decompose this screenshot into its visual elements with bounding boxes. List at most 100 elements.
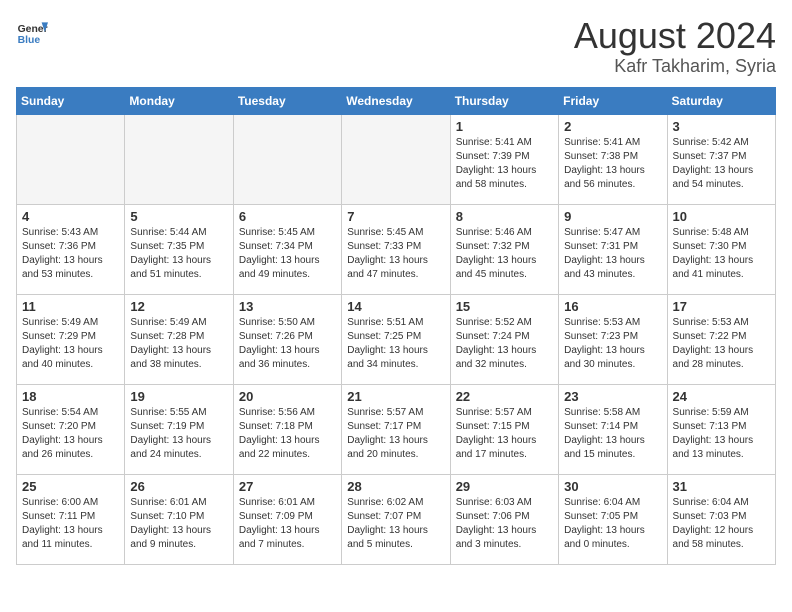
day-number: 4 (22, 209, 119, 224)
header-sunday: Sunday (17, 87, 125, 114)
day-number: 12 (130, 299, 227, 314)
cell-2-7: 10 Sunrise: 5:48 AMSunset: 7:30 PMDaylig… (667, 204, 775, 294)
day-number: 26 (130, 479, 227, 494)
day-number: 27 (239, 479, 336, 494)
day-info: Sunrise: 6:02 AMSunset: 7:07 PMDaylight:… (347, 497, 428, 550)
day-info: Sunrise: 5:49 AMSunset: 7:28 PMDaylight:… (130, 317, 211, 370)
day-number: 29 (456, 479, 553, 494)
cell-5-6: 30 Sunrise: 6:04 AMSunset: 7:05 PMDaylig… (559, 474, 667, 564)
day-number: 7 (347, 209, 444, 224)
day-number: 16 (564, 299, 661, 314)
calendar-table: Sunday Monday Tuesday Wednesday Thursday… (16, 87, 776, 565)
cell-3-1: 11 Sunrise: 5:49 AMSunset: 7:29 PMDaylig… (17, 294, 125, 384)
cell-2-1: 4 Sunrise: 5:43 AMSunset: 7:36 PMDayligh… (17, 204, 125, 294)
day-info: Sunrise: 6:04 AMSunset: 7:05 PMDaylight:… (564, 497, 645, 550)
day-number: 9 (564, 209, 661, 224)
cell-1-4 (342, 114, 450, 204)
cell-2-2: 5 Sunrise: 5:44 AMSunset: 7:35 PMDayligh… (125, 204, 233, 294)
cell-4-7: 24 Sunrise: 5:59 AMSunset: 7:13 PMDaylig… (667, 384, 775, 474)
cell-1-2 (125, 114, 233, 204)
title-month: August 2024 (574, 16, 776, 56)
cell-5-1: 25 Sunrise: 6:00 AMSunset: 7:11 PMDaylig… (17, 474, 125, 564)
day-info: Sunrise: 5:58 AMSunset: 7:14 PMDaylight:… (564, 407, 645, 460)
cell-2-4: 7 Sunrise: 5:45 AMSunset: 7:33 PMDayligh… (342, 204, 450, 294)
day-number: 13 (239, 299, 336, 314)
logo: General Blue (16, 16, 48, 48)
day-number: 22 (456, 389, 553, 404)
day-info: Sunrise: 6:01 AMSunset: 7:09 PMDaylight:… (239, 497, 320, 550)
header-saturday: Saturday (667, 87, 775, 114)
day-info: Sunrise: 5:46 AMSunset: 7:32 PMDaylight:… (456, 227, 537, 280)
day-number: 30 (564, 479, 661, 494)
day-info: Sunrise: 5:47 AMSunset: 7:31 PMDaylight:… (564, 227, 645, 280)
cell-2-5: 8 Sunrise: 5:46 AMSunset: 7:32 PMDayligh… (450, 204, 558, 294)
day-number: 18 (22, 389, 119, 404)
cell-1-5: 1 Sunrise: 5:41 AMSunset: 7:39 PMDayligh… (450, 114, 558, 204)
day-info: Sunrise: 5:41 AMSunset: 7:39 PMDaylight:… (456, 137, 537, 190)
week-row-5: 25 Sunrise: 6:00 AMSunset: 7:11 PMDaylig… (17, 474, 776, 564)
header-monday: Monday (125, 87, 233, 114)
day-info: Sunrise: 5:53 AMSunset: 7:22 PMDaylight:… (673, 317, 754, 370)
cell-4-2: 19 Sunrise: 5:55 AMSunset: 7:19 PMDaylig… (125, 384, 233, 474)
day-number: 25 (22, 479, 119, 494)
day-info: Sunrise: 5:56 AMSunset: 7:18 PMDaylight:… (239, 407, 320, 460)
day-info: Sunrise: 5:53 AMSunset: 7:23 PMDaylight:… (564, 317, 645, 370)
day-info: Sunrise: 6:00 AMSunset: 7:11 PMDaylight:… (22, 497, 103, 550)
cell-2-3: 6 Sunrise: 5:45 AMSunset: 7:34 PMDayligh… (233, 204, 341, 294)
cell-1-1 (17, 114, 125, 204)
cell-3-4: 14 Sunrise: 5:51 AMSunset: 7:25 PMDaylig… (342, 294, 450, 384)
cell-3-5: 15 Sunrise: 5:52 AMSunset: 7:24 PMDaylig… (450, 294, 558, 384)
day-info: Sunrise: 5:49 AMSunset: 7:29 PMDaylight:… (22, 317, 103, 370)
day-info: Sunrise: 6:01 AMSunset: 7:10 PMDaylight:… (130, 497, 211, 550)
header-tuesday: Tuesday (233, 87, 341, 114)
cell-4-3: 20 Sunrise: 5:56 AMSunset: 7:18 PMDaylig… (233, 384, 341, 474)
cell-2-6: 9 Sunrise: 5:47 AMSunset: 7:31 PMDayligh… (559, 204, 667, 294)
week-row-3: 11 Sunrise: 5:49 AMSunset: 7:29 PMDaylig… (17, 294, 776, 384)
header-row: Sunday Monday Tuesday Wednesday Thursday… (17, 87, 776, 114)
day-info: Sunrise: 5:55 AMSunset: 7:19 PMDaylight:… (130, 407, 211, 460)
day-info: Sunrise: 5:48 AMSunset: 7:30 PMDaylight:… (673, 227, 754, 280)
day-number: 21 (347, 389, 444, 404)
week-row-4: 18 Sunrise: 5:54 AMSunset: 7:20 PMDaylig… (17, 384, 776, 474)
day-number: 10 (673, 209, 770, 224)
cell-5-2: 26 Sunrise: 6:01 AMSunset: 7:10 PMDaylig… (125, 474, 233, 564)
day-number: 14 (347, 299, 444, 314)
day-number: 1 (456, 119, 553, 134)
day-number: 2 (564, 119, 661, 134)
week-row-2: 4 Sunrise: 5:43 AMSunset: 7:36 PMDayligh… (17, 204, 776, 294)
cell-1-3 (233, 114, 341, 204)
week-row-1: 1 Sunrise: 5:41 AMSunset: 7:39 PMDayligh… (17, 114, 776, 204)
day-number: 28 (347, 479, 444, 494)
day-info: Sunrise: 6:03 AMSunset: 7:06 PMDaylight:… (456, 497, 537, 550)
day-info: Sunrise: 5:42 AMSunset: 7:37 PMDaylight:… (673, 137, 754, 190)
logo-icon: General Blue (16, 16, 48, 48)
day-info: Sunrise: 5:57 AMSunset: 7:17 PMDaylight:… (347, 407, 428, 460)
day-number: 23 (564, 389, 661, 404)
day-number: 19 (130, 389, 227, 404)
title-location: Kafr Takharim, Syria (574, 56, 776, 77)
cell-5-5: 29 Sunrise: 6:03 AMSunset: 7:06 PMDaylig… (450, 474, 558, 564)
cell-4-6: 23 Sunrise: 5:58 AMSunset: 7:14 PMDaylig… (559, 384, 667, 474)
day-number: 11 (22, 299, 119, 314)
day-info: Sunrise: 5:45 AMSunset: 7:33 PMDaylight:… (347, 227, 428, 280)
day-info: Sunrise: 6:04 AMSunset: 7:03 PMDaylight:… (673, 497, 754, 550)
cell-4-1: 18 Sunrise: 5:54 AMSunset: 7:20 PMDaylig… (17, 384, 125, 474)
cell-3-3: 13 Sunrise: 5:50 AMSunset: 7:26 PMDaylig… (233, 294, 341, 384)
cell-1-7: 3 Sunrise: 5:42 AMSunset: 7:37 PMDayligh… (667, 114, 775, 204)
title-block: August 2024 Kafr Takharim, Syria (574, 16, 776, 77)
day-info: Sunrise: 5:52 AMSunset: 7:24 PMDaylight:… (456, 317, 537, 370)
cell-4-5: 22 Sunrise: 5:57 AMSunset: 7:15 PMDaylig… (450, 384, 558, 474)
day-number: 17 (673, 299, 770, 314)
day-number: 31 (673, 479, 770, 494)
day-number: 24 (673, 389, 770, 404)
day-info: Sunrise: 5:59 AMSunset: 7:13 PMDaylight:… (673, 407, 754, 460)
header-wednesday: Wednesday (342, 87, 450, 114)
cell-5-3: 27 Sunrise: 6:01 AMSunset: 7:09 PMDaylig… (233, 474, 341, 564)
day-info: Sunrise: 5:54 AMSunset: 7:20 PMDaylight:… (22, 407, 103, 460)
cell-5-7: 31 Sunrise: 6:04 AMSunset: 7:03 PMDaylig… (667, 474, 775, 564)
cell-3-7: 17 Sunrise: 5:53 AMSunset: 7:22 PMDaylig… (667, 294, 775, 384)
cell-3-2: 12 Sunrise: 5:49 AMSunset: 7:28 PMDaylig… (125, 294, 233, 384)
day-number: 15 (456, 299, 553, 314)
cell-5-4: 28 Sunrise: 6:02 AMSunset: 7:07 PMDaylig… (342, 474, 450, 564)
svg-text:Blue: Blue (18, 35, 41, 46)
